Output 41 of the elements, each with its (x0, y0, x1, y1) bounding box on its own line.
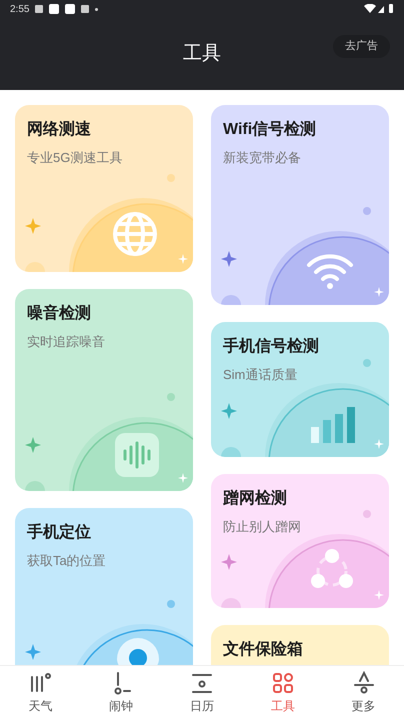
tool-card[interactable]: 噪音检测 实时追踪噪音 (15, 289, 193, 491)
card-title: 噪音检测 (27, 303, 92, 324)
more-notifications-icon (95, 8, 98, 10)
card-title: 手机信号检测 (223, 336, 320, 357)
card-title: Wifi信号检测 (223, 120, 318, 140)
card-title: 文件保险箱 (223, 639, 304, 660)
tools-grid-icon (270, 671, 295, 695)
nav-tab[interactable]: 闹钟 (80, 666, 162, 720)
calendar-icon (190, 671, 214, 695)
app-notification-icon (49, 4, 60, 14)
sound-wave-icon (115, 433, 159, 477)
weather-icon (28, 671, 52, 695)
nav-tab[interactable]: 天气 (0, 666, 81, 720)
nav-tab[interactable]: 更多 (323, 666, 404, 720)
card-title: 网络测速 (27, 120, 92, 140)
app-notification-icon (65, 4, 76, 14)
card-title: 蹭网检测 (223, 488, 288, 509)
signal-bars-icon (311, 407, 355, 443)
tool-card[interactable]: 文件保险箱 (211, 625, 389, 665)
image-notification-icon (35, 5, 44, 13)
tool-card[interactable]: 蹭网检测 防止别人蹭网 (211, 474, 389, 608)
tool-card[interactable]: 手机信号检测 Sim通话质量 (211, 322, 389, 457)
nav-tab[interactable]: 工具 (242, 666, 324, 720)
card-title: 手机定位 (27, 522, 92, 543)
card-subtitle: 防止别人蹭网 (223, 518, 302, 536)
card-subtitle: Sim通话质量 (223, 366, 298, 384)
status-time: 2:55 (10, 2, 30, 16)
card-subtitle: 获取Ta的位置 (27, 552, 107, 570)
nav-tab[interactable]: 日历 (162, 666, 242, 720)
tool-card[interactable]: Wifi信号检测 新装宽带必备 (211, 105, 389, 305)
globe-icon (111, 210, 159, 258)
remove-ads-button[interactable]: 去广告 (333, 35, 390, 58)
card-subtitle: 专业5G测速工具 (27, 149, 124, 167)
card-subtitle: 新装宽带必备 (223, 149, 302, 167)
download-notification-icon (81, 5, 90, 13)
page-title: 工具 (183, 42, 221, 66)
tool-card[interactable]: 网络测速 专业5G测速工具 (15, 105, 193, 272)
system-status-icons (364, 4, 394, 14)
more-icon (352, 671, 376, 695)
tool-card[interactable]: 手机定位 获取Ta的位置 (15, 508, 193, 665)
card-subtitle: 实时追踪噪音 (27, 333, 106, 351)
